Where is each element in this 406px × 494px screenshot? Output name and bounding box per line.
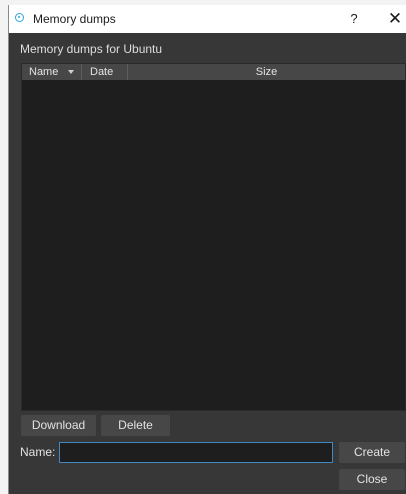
column-header-name-label: Name: [29, 66, 59, 78]
app-logo-icon: [15, 13, 24, 22]
column-header-date[interactable]: Date: [82, 64, 128, 80]
memory-dumps-dialog: Memory dumps ? ✕ Memory dumps for Ubuntu…: [8, 5, 406, 494]
table-header: Name Date Size: [22, 64, 405, 80]
title-bar: Memory dumps ? ✕: [9, 5, 406, 33]
dumps-table[interactable]: Name Date Size: [21, 63, 406, 411]
download-button[interactable]: Download: [21, 415, 96, 436]
column-header-size[interactable]: Size: [128, 64, 405, 80]
column-header-name[interactable]: Name: [22, 64, 82, 80]
sort-descending-icon: [68, 70, 74, 74]
close-button[interactable]: Close: [339, 469, 405, 490]
column-header-date-label: Date: [90, 66, 114, 78]
close-window-icon[interactable]: ✕: [385, 9, 405, 29]
name-label: Name:: [20, 445, 56, 459]
group-label: Memory dumps for Ubuntu: [20, 42, 163, 56]
column-header-size-label: Size: [255, 66, 278, 78]
help-button[interactable]: ?: [344, 10, 364, 28]
window-title: Memory dumps: [33, 12, 116, 26]
name-input[interactable]: [59, 442, 333, 463]
delete-button[interactable]: Delete: [101, 415, 170, 436]
create-button[interactable]: Create: [339, 442, 405, 463]
